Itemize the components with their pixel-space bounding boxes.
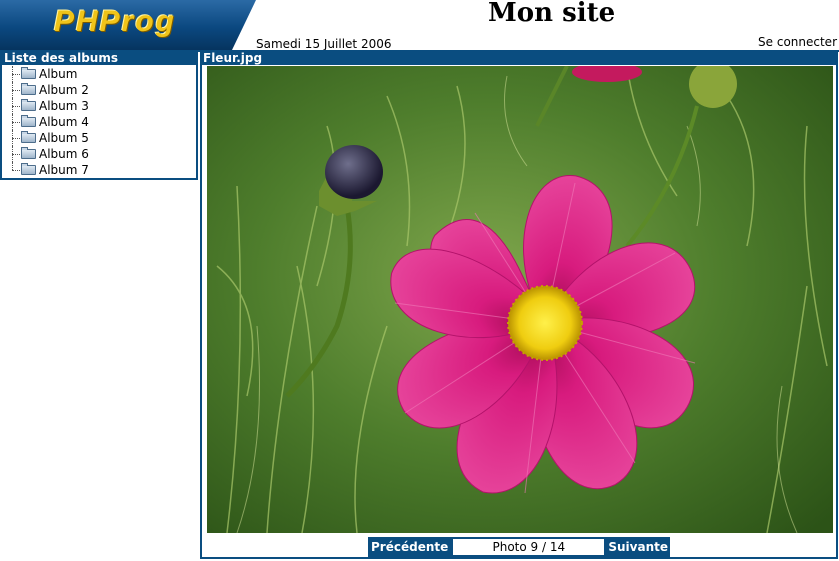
album-label[interactable]: Album 3 — [39, 99, 89, 113]
folder-icon — [21, 99, 36, 111]
album-label[interactable]: Album 4 — [39, 115, 89, 129]
logo-text: PHProg — [54, 5, 177, 38]
folder-icon — [21, 131, 36, 143]
photo-image[interactable] — [207, 66, 833, 533]
flower-photo — [207, 66, 833, 533]
site-title: Mon site — [488, 0, 616, 28]
album-label[interactable]: Album 2 — [39, 83, 89, 97]
album-tree-item[interactable]: Album — [2, 66, 196, 82]
album-tree-item[interactable]: Album 5 — [2, 130, 196, 146]
photo-navigation: Précédente Photo 9 / 14 Suivante — [368, 537, 670, 557]
album-label[interactable]: Album 7 — [39, 163, 89, 177]
album-tree-item[interactable]: Album 2 — [2, 82, 196, 98]
folder-open-icon — [21, 67, 36, 79]
folder-icon — [21, 163, 36, 175]
album-tree-item[interactable]: Album 3 — [2, 98, 196, 114]
sidebar-title: Liste des albums — [2, 52, 196, 65]
album-sidebar: Liste des albums Album Album 2 Album 3 A… — [0, 52, 198, 180]
site-logo[interactable]: PHProg — [0, 0, 256, 50]
album-tree-item[interactable]: Album 4 — [2, 114, 196, 130]
next-button[interactable]: Suivante — [606, 540, 670, 554]
album-label[interactable]: Album 6 — [39, 147, 89, 161]
folder-icon — [21, 83, 36, 95]
album-tree-item[interactable]: Album 6 — [2, 146, 196, 162]
login-link[interactable]: Se connecter — [758, 35, 837, 49]
folder-icon — [21, 147, 36, 159]
album-tree-item[interactable]: Album 7 — [2, 162, 196, 178]
previous-button[interactable]: Précédente — [368, 540, 451, 554]
folder-icon — [21, 115, 36, 127]
album-tree: Album Album 2 Album 3 Album 4 Album 5 Al… — [2, 66, 196, 178]
photo-title: Fleur.jpg — [202, 52, 836, 65]
photo-counter: Photo 9 / 14 — [453, 539, 605, 555]
album-label[interactable]: Album — [39, 67, 77, 81]
current-date: Samedi 15 Juillet 2006 — [256, 37, 392, 51]
album-label[interactable]: Album 5 — [39, 131, 89, 145]
photo-panel: Fleur.jpg Précédente Photo 9 / 14 Suivan… — [200, 52, 838, 559]
